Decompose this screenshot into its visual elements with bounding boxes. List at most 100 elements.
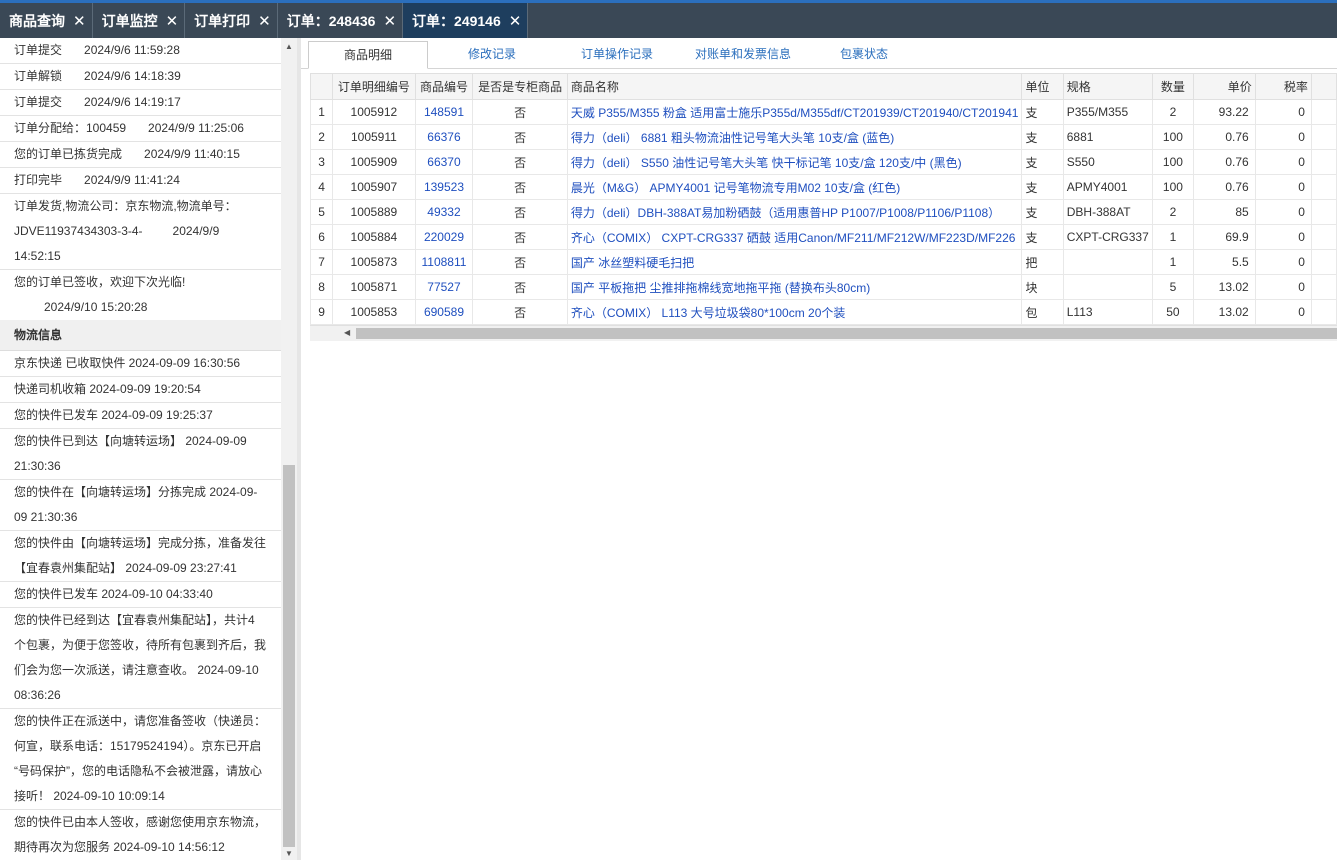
- tab-order-248436[interactable]: 订单：248436 ✕: [277, 3, 404, 38]
- product-id-cell[interactable]: 66376: [414, 124, 474, 150]
- product-id-cell[interactable]: 690589: [414, 299, 474, 325]
- tab-change-log[interactable]: 修改记录: [451, 41, 533, 68]
- tab-product-detail[interactable]: 商品明细: [308, 41, 428, 69]
- tab-product-search[interactable]: 商品查询 ✕: [0, 3, 93, 38]
- table-row[interactable]: 5 1005889 49332 否得力（deli）DBH-388AT易加粉硒鼓（适用惠…: [309, 199, 1337, 225]
- logistics-item: 您的快件已发车 2024-09-09 19:25:37: [0, 403, 281, 429]
- counter-item-flag-cell: 否: [472, 149, 568, 175]
- col-header-unit[interactable]: 单位: [1021, 73, 1064, 100]
- counter-item-flag-cell: 否: [472, 299, 568, 325]
- logistics-item: 您的快件已发车 2024-09-10 04:33:40: [0, 582, 281, 608]
- col-header-detail-id[interactable]: 订单明细编号: [332, 73, 416, 100]
- table-row[interactable]: 7 1005873 1108811 否国产 冰丝塑料硬毛扫把把 1 5.5 0: [309, 249, 1337, 275]
- col-header-product-name[interactable]: 商品名称: [566, 73, 1023, 100]
- col-header-unit-price[interactable]: 单价: [1193, 73, 1256, 100]
- close-icon[interactable]: ✕: [73, 12, 86, 30]
- table-row[interactable]: 9 1005853 690589 否齐心（COMIX） L113 大号垃圾袋80*10…: [309, 299, 1337, 325]
- unit-price-cell: 13.02: [1193, 299, 1256, 325]
- tab-order-monitor[interactable]: 订单监控 ✕: [92, 3, 186, 38]
- col-header-quantity[interactable]: 数量: [1151, 73, 1195, 100]
- close-icon[interactable]: ✕: [383, 12, 396, 30]
- logistics-text: 何宣，联系电话：15179524194）。京东已开启: [14, 739, 262, 753]
- quantity-cell: 100: [1151, 124, 1195, 150]
- table-row[interactable]: 6 1005884 220029 否齐心（COMIX） CXPT-CRG337 硒鼓 …: [309, 224, 1337, 250]
- scroll-down-arrow-icon[interactable]: ▼: [285, 849, 293, 858]
- product-id-cell[interactable]: 77527: [414, 274, 474, 300]
- logistics-text: 快递司机收箱 2024-09-09 19:20:54: [14, 382, 201, 396]
- tax-rate-cell: 0: [1254, 99, 1312, 125]
- product-id-cell[interactable]: 148591: [414, 99, 474, 125]
- scroll-thumb[interactable]: [356, 328, 1337, 339]
- log-text: 订单分配给：100459: [14, 121, 127, 135]
- logistics-text: 您的快件正在派送中，请您准备签收（快递员：: [14, 714, 267, 728]
- product-name-cell[interactable]: 齐心（COMIX） L113 大号垃圾袋80*100cm 20个装: [566, 299, 1023, 325]
- left-vertical-scrollbar[interactable]: ▲ ▼: [281, 38, 297, 860]
- tax-rate-cell: 0: [1254, 199, 1312, 225]
- tab-label: 订单：249146: [412, 12, 501, 29]
- table-horizontal-scrollbar[interactable]: ◀: [310, 325, 1337, 341]
- product-detail-table: 订单明细编号 商品编号 是否是专柜商品 商品名称 单位 规格 数量 单价 税率 …: [309, 73, 1337, 325]
- table-row[interactable]: 3 1005909 66370 否得力（deli） S550 油性记号笔大头笔 快干标…: [309, 149, 1337, 175]
- table-row[interactable]: 4 1005907 139523 否晨光（M&G） APMY4001 记号笔物流专用M…: [309, 174, 1337, 200]
- tab-package-status[interactable]: 包裹状态: [831, 41, 897, 68]
- tab-order-print[interactable]: 订单打印 ✕: [185, 3, 278, 38]
- unit-cell: 支: [1021, 149, 1064, 175]
- product-name-cell[interactable]: 国产 平板拖把 尘推排拖棉线宽地拖平拖 (替换布头80cm): [566, 274, 1023, 300]
- spec-cell: P355/M355: [1062, 99, 1153, 125]
- table-row[interactable]: 8 1005871 77527 否国产 平板拖把 尘推排拖棉线宽地拖平拖 (替换布头8…: [309, 274, 1337, 300]
- tab-order-249146[interactable]: 订单：249146 ✕: [403, 3, 529, 38]
- product-name-cell[interactable]: 天威 P355/M355 粉盒 适用富士施乐P355d/M355df/CT201…: [566, 99, 1023, 125]
- table-row[interactable]: 1 1005912 148591 否天威 P355/M355 粉盒 适用富士施乐P35…: [309, 99, 1337, 125]
- product-name-cell[interactable]: 齐心（COMIX） CXPT-CRG337 硒鼓 适用Canon/MF211/M…: [566, 224, 1023, 250]
- product-name-cell[interactable]: 得力（deli） 6881 粗头物流油性记号笔大头笔 10支/盒 (蓝色): [566, 124, 1023, 150]
- product-id-cell[interactable]: 66370: [414, 149, 474, 175]
- quantity-cell: 1: [1151, 249, 1195, 275]
- product-id-cell[interactable]: 49332: [414, 199, 474, 225]
- tab-order-operation-log[interactable]: 订单操作记录: [569, 41, 665, 68]
- counter-item-flag-cell: 否: [472, 174, 568, 200]
- unit-cell: 支: [1021, 174, 1064, 200]
- scroll-left-arrow-icon[interactable]: ◀: [344, 328, 350, 337]
- unit-price-cell: 13.02: [1193, 274, 1256, 300]
- log-text: 订单解锁: [14, 69, 63, 83]
- tax-rate-cell: 0: [1254, 149, 1312, 175]
- product-id-cell[interactable]: 139523: [414, 174, 474, 200]
- spec-cell: APMY4001: [1062, 174, 1153, 200]
- log-time: 2024/9/6 14:19:17: [84, 95, 181, 109]
- product-name-cell[interactable]: 晨光（M&G） APMY4001 记号笔物流专用M02 10支/盒 (红色): [566, 174, 1023, 200]
- detail-id-cell: 1005911: [332, 124, 416, 150]
- product-name-cell[interactable]: 得力（deli） S550 油性记号笔大头笔 快干标记笔 10支/盒 120支/…: [566, 149, 1023, 175]
- col-header-counter-item[interactable]: 是否是专柜商品: [472, 73, 568, 100]
- logistics-text: 09 21:30:36: [14, 510, 78, 524]
- row-index-cell: 5: [309, 199, 334, 225]
- product-name-cell[interactable]: 国产 冰丝塑料硬毛扫把: [566, 249, 1023, 275]
- table-header-row: 订单明细编号 商品编号 是否是专柜商品 商品名称 单位 规格 数量 单价 税率: [309, 73, 1337, 100]
- col-header-spec[interactable]: 规格: [1062, 73, 1153, 100]
- detail-id-cell: 1005871: [332, 274, 416, 300]
- quantity-cell: 100: [1151, 149, 1195, 175]
- unit-cell: 支: [1021, 199, 1064, 225]
- product-name-cell[interactable]: 得力（deli）DBH-388AT易加粉硒鼓（适用惠普HP P1007/P100…: [566, 199, 1023, 225]
- log-text: 订单提交: [14, 95, 63, 109]
- tab-statement-invoice[interactable]: 对账单和发票信息: [683, 41, 803, 68]
- log-time: 2024/9/9: [172, 224, 220, 238]
- product-id-cell[interactable]: 1108811: [414, 249, 474, 275]
- col-header-tax-rate[interactable]: 税率: [1254, 73, 1312, 100]
- extra-cell: [1310, 249, 1337, 275]
- close-icon[interactable]: ✕: [509, 12, 522, 30]
- scroll-up-arrow-icon[interactable]: ▲: [285, 42, 293, 51]
- quantity-cell: 50: [1151, 299, 1195, 325]
- close-icon[interactable]: ✕: [166, 12, 179, 30]
- scroll-thumb[interactable]: [283, 465, 295, 847]
- log-text: 您的订单已签收，欢迎下次光临!: [14, 275, 186, 289]
- extra-cell: [1310, 274, 1337, 300]
- logistics-text: 您的快件已到达【向塘转运场】 2024-09-09: [14, 434, 247, 448]
- quantity-cell: 5: [1151, 274, 1195, 300]
- table-row[interactable]: 2 1005911 66376 否得力（deli） 6881 粗头物流油性记号笔大头笔…: [309, 124, 1337, 150]
- order-log-item: 您的订单已拣货完成 2024/9/9 11:40:15: [0, 142, 281, 168]
- col-header-product-id[interactable]: 商品编号: [414, 73, 474, 100]
- detail-id-cell: 1005912: [332, 99, 416, 125]
- unit-cell: 支: [1021, 224, 1064, 250]
- product-id-cell[interactable]: 220029: [414, 224, 474, 250]
- close-icon[interactable]: ✕: [258, 12, 271, 30]
